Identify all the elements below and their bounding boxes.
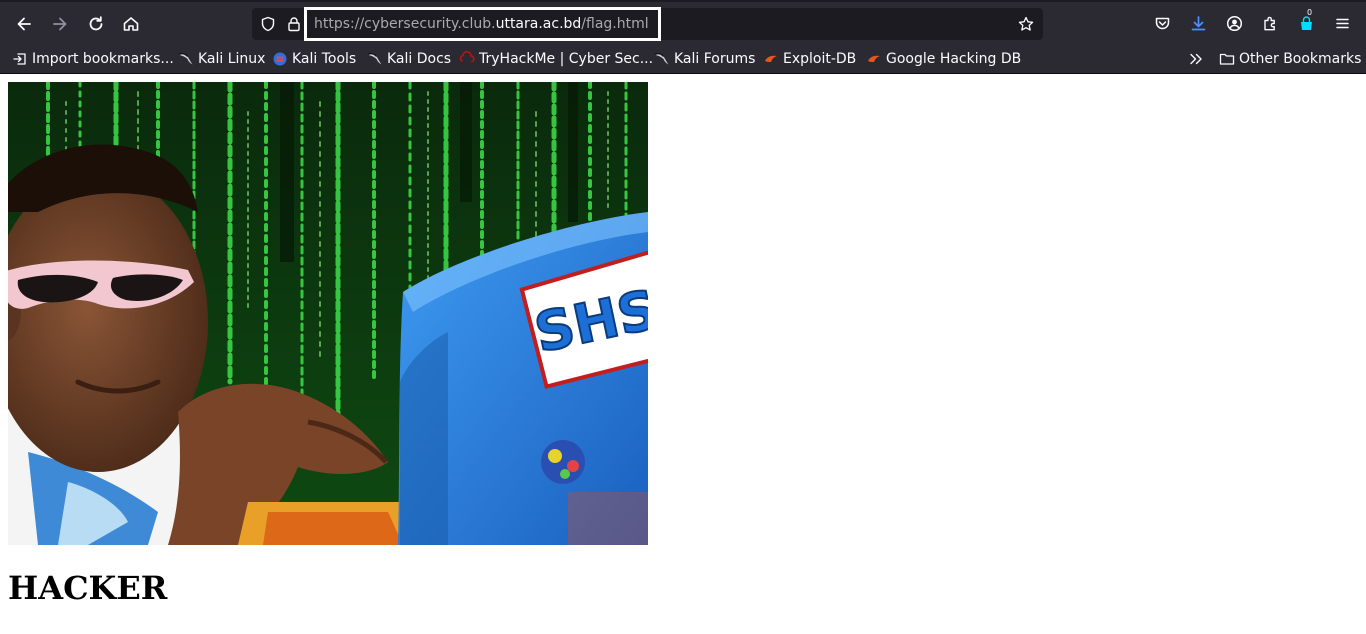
- exploitdb-icon: [763, 51, 779, 67]
- tryhackme-icon: [459, 51, 475, 67]
- hacker-meme-image: SHS: [8, 82, 648, 545]
- kali-dragon-icon: [367, 51, 383, 67]
- forward-button[interactable]: [46, 10, 74, 38]
- import-icon: [12, 51, 28, 67]
- reload-button[interactable]: [82, 10, 110, 38]
- forward-arrow-icon: [53, 17, 67, 31]
- bookmark-google-hacking-db[interactable]: Google Hacking DB: [866, 48, 1021, 70]
- url-path: /flag.html: [581, 16, 649, 32]
- home-icon: [123, 17, 139, 31]
- lock-icon[interactable]: [285, 15, 303, 33]
- bookmark-label: Kali Linux: [198, 51, 266, 67]
- bookmark-label: Import bookmarks...: [32, 51, 174, 67]
- folder-icon: [1219, 51, 1235, 67]
- bookmark-label: Exploit-DB: [783, 51, 857, 67]
- account-icon[interactable]: [1223, 12, 1245, 34]
- bookmark-label: TryHackMe | Cyber Sec...: [479, 51, 654, 67]
- bookmark-tryhackme[interactable]: TryHackMe | Cyber Sec...: [459, 48, 653, 70]
- bookmark-label: Kali Forums: [674, 51, 756, 67]
- back-button[interactable]: [10, 10, 38, 38]
- bookmark-kali-docs[interactable]: Kali Docs: [367, 48, 451, 70]
- url-prefix: https://cybersecurity.club.: [314, 16, 496, 32]
- page-title: HACKER: [8, 569, 168, 607]
- bookmark-label: Kali Docs: [387, 51, 452, 67]
- kali-tools-icon: [272, 51, 288, 67]
- back-arrow-icon: [17, 17, 31, 31]
- chevrons-right-icon: [1188, 51, 1204, 67]
- url-domain: uttara.ac.bd: [495, 16, 582, 32]
- bookmark-star-icon[interactable]: [1017, 15, 1035, 33]
- url-bar[interactable]: https://cybersecurity.club. uttara.ac.bd /…: [252, 7, 1043, 41]
- reload-icon: [89, 16, 103, 31]
- bookmark-kali-forums[interactable]: Kali Forums: [654, 48, 755, 70]
- bookmark-label: Kali Tools: [292, 51, 357, 67]
- bookmark-exploit-db[interactable]: Exploit-DB: [763, 48, 856, 70]
- bookmark-kali-tools[interactable]: Kali Tools: [272, 48, 356, 70]
- extension-badge-icon[interactable]: 0: [1295, 8, 1317, 34]
- bookmark-label: Google Hacking DB: [886, 51, 1022, 67]
- kali-dragon-icon: [654, 51, 670, 67]
- bookmark-import[interactable]: Import bookmarks...: [12, 48, 174, 70]
- bookmarks-toolbar: Import bookmarks... Kali Linux Kali Tool…: [0, 44, 1366, 74]
- kali-dragon-icon: [178, 51, 194, 67]
- page-content: SHS HACKER: [0, 75, 1366, 634]
- other-bookmarks-folder[interactable]: Other Bookmarks: [1219, 48, 1361, 70]
- url-text[interactable]: https://cybersecurity.club. uttara.ac.bd /…: [304, 7, 661, 41]
- extensions-puzzle-icon[interactable]: [1259, 12, 1281, 34]
- app-menu-icon[interactable]: [1331, 12, 1353, 34]
- extension-badge-count: 0: [1305, 8, 1315, 17]
- downloads-icon[interactable]: [1187, 12, 1209, 34]
- navigation-toolbar: https://cybersecurity.club. uttara.ac.bd /…: [0, 0, 1366, 44]
- bookmark-kali-linux[interactable]: Kali Linux: [178, 48, 265, 70]
- exploitdb-icon: [866, 51, 882, 67]
- tracking-protection-shield-icon[interactable]: [259, 15, 277, 33]
- home-button[interactable]: [117, 10, 145, 38]
- pocket-icon[interactable]: [1151, 12, 1173, 34]
- other-bookmarks-label: Other Bookmarks: [1239, 51, 1362, 67]
- bookmarks-overflow-button[interactable]: [1188, 48, 1208, 70]
